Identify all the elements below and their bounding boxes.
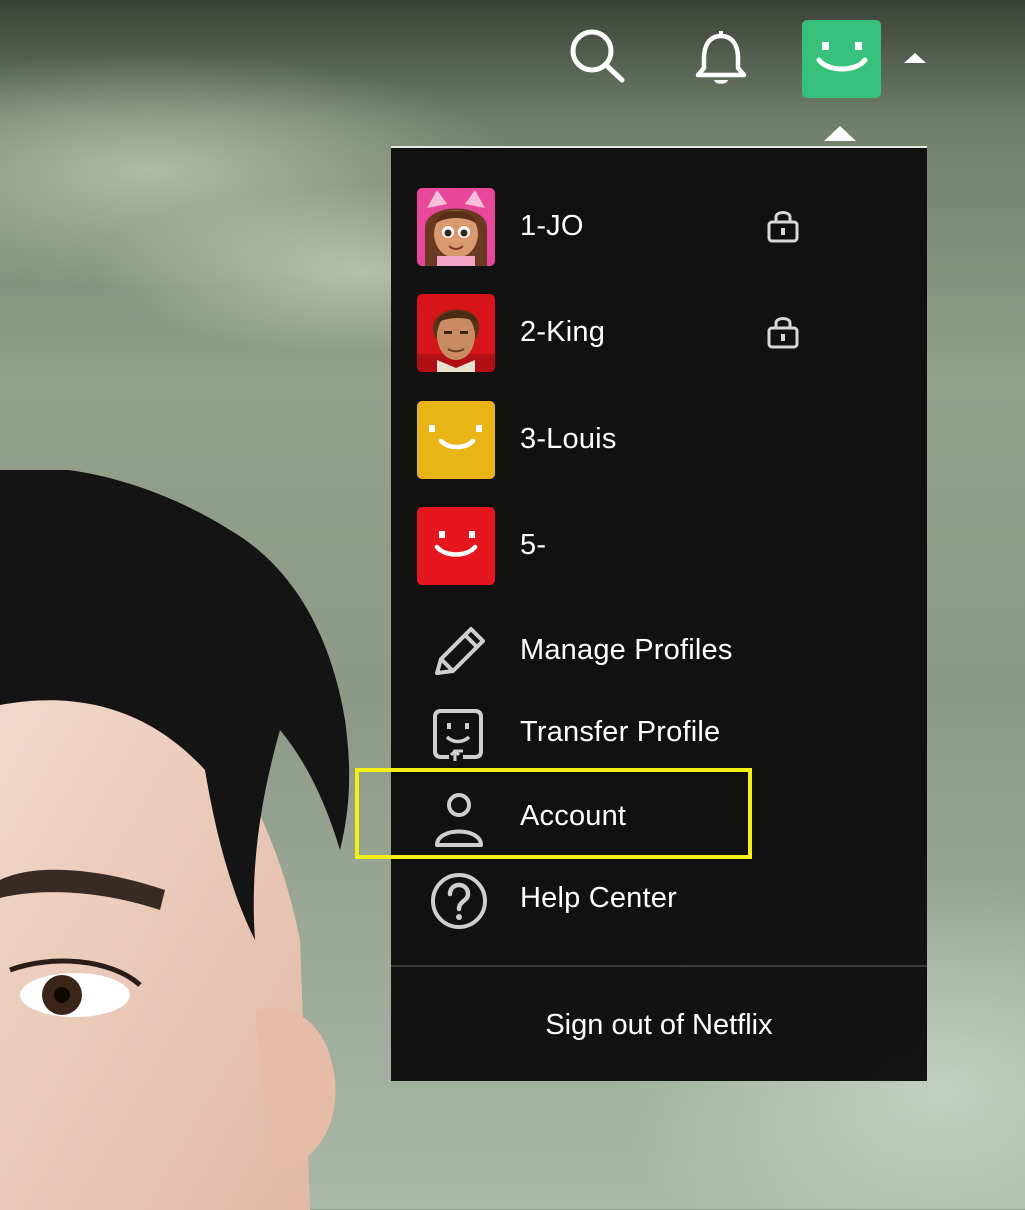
- sign-out-button[interactable]: Sign out of Netflix: [391, 990, 927, 1060]
- profile-dropdown-menu: 1-JO 2-King 3-Louis 5- Manage Profiles T…: [391, 146, 927, 1081]
- smiley-face-avatar: [417, 401, 495, 479]
- profile-item-2-king[interactable]: 2-King: [391, 294, 927, 374]
- help-center-label: Help Center: [520, 882, 677, 914]
- help-center-menu-item[interactable]: Help Center: [391, 864, 927, 938]
- lock-icon: [767, 317, 799, 349]
- pencil-icon: [435, 627, 485, 675]
- cartoon-man-avatar: [417, 294, 495, 372]
- current-profile-avatar[interactable]: [802, 20, 881, 98]
- profile-menu-caret-icon[interactable]: [904, 53, 926, 63]
- transfer-profile-menu-item[interactable]: Transfer Profile: [391, 698, 927, 772]
- profile-item-1-jo[interactable]: 1-JO: [391, 188, 927, 268]
- menu-pointer-arrow: [824, 126, 856, 141]
- transfer-profile-label: Transfer Profile: [520, 716, 721, 748]
- lock-icon: [767, 211, 799, 243]
- menu-divider: [391, 965, 927, 967]
- transfer-profile-icon: [433, 709, 483, 761]
- smiley-face-icon: [816, 42, 868, 72]
- smiley-face-avatar: [417, 507, 495, 585]
- profile-item-3-louis[interactable]: 3-Louis: [391, 401, 927, 481]
- cartoon-girl-cat-ears-avatar: [417, 188, 495, 266]
- profile-name: 2-King: [520, 316, 606, 348]
- bell-icon[interactable]: [690, 28, 752, 88]
- person-icon: [435, 793, 483, 847]
- profile-name: 3-Louis: [520, 423, 617, 455]
- profile-name: 1-JO: [520, 210, 584, 242]
- background-person-image: [0, 470, 350, 1210]
- profile-name: 5-: [520, 529, 547, 561]
- account-menu-item[interactable]: Account: [391, 782, 927, 856]
- profile-item-5[interactable]: 5-: [391, 507, 927, 587]
- account-label: Account: [520, 800, 627, 832]
- smiley-face-icon: [434, 531, 478, 557]
- manage-profiles-menu-item[interactable]: Manage Profiles: [391, 616, 927, 690]
- question-mark-icon: [431, 873, 487, 929]
- smiley-face-icon: [429, 425, 482, 450]
- search-icon[interactable]: [566, 26, 628, 86]
- manage-profiles-label: Manage Profiles: [520, 634, 733, 666]
